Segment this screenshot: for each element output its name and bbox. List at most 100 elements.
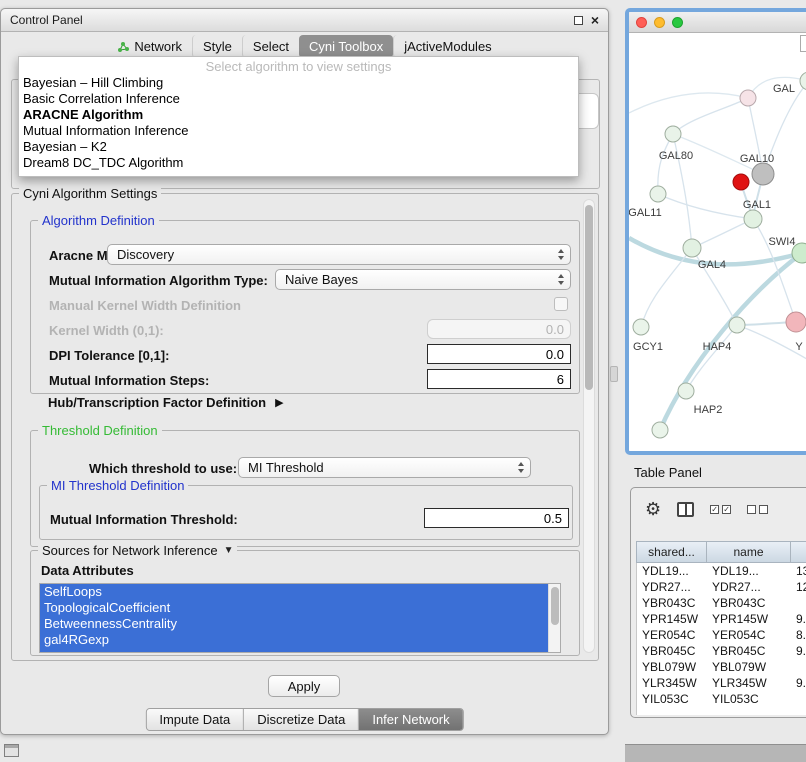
checked-box-icon: ✓ [710, 505, 719, 514]
table-row[interactable]: YIL053CYIL053C [637, 691, 806, 707]
network-view-window[interactable]: GAL GAL80 GAL10 GAL11 GAL1 SWI4 GAL4 GCY… [625, 8, 806, 455]
table-body[interactable]: YDL19...YDL19...13 YDR27...YDR27...12 YB… [636, 563, 806, 715]
window-title: Control Panel [10, 13, 83, 27]
tab-label: Style [203, 39, 232, 54]
network-tools-fragment[interactable] [800, 35, 806, 52]
algorithm-option-highlighted[interactable]: ARACNE Algorithm [19, 107, 578, 123]
data-attributes-list[interactable]: SelfLoops TopologicalCoefficient Between… [39, 583, 561, 653]
cyni-algorithm-settings-group: Cyni Algorithm Settings Algorithm Defini… [11, 193, 599, 661]
network-window-titlebar[interactable] [629, 12, 806, 33]
column-header-name[interactable]: name [707, 542, 791, 562]
table-header-row: shared... name [636, 541, 806, 563]
manual-kernel-checkbox[interactable] [554, 297, 568, 311]
algorithm-option[interactable]: Dream8 DC_TDC Algorithm [19, 155, 578, 171]
column-header-shared-name[interactable]: shared... [637, 542, 707, 562]
attribute-item-selected[interactable]: BetweennessCentrality [40, 616, 560, 632]
table-panel-title: Table Panel [634, 465, 702, 480]
mi-algorithm-type-select[interactable]: Naive Bayes [275, 269, 571, 290]
gear-icon[interactable]: ⚙ [645, 500, 661, 518]
node-gal-partial[interactable] [800, 72, 806, 90]
tab-cyni-toolbox[interactable]: Cyni Toolbox [299, 35, 393, 58]
algorithm-option[interactable]: Basic Correlation Inference [19, 91, 578, 107]
algorithm-option[interactable]: Bayesian – K2 [19, 139, 578, 155]
node-label: SWI4 [769, 236, 796, 248]
table-row[interactable]: YBR043CYBR043C [637, 595, 806, 611]
table-row[interactable]: YDL19...YDL19...13 [637, 563, 806, 579]
settings-scrollbar-thumb[interactable] [585, 205, 593, 390]
node-bottom[interactable] [652, 422, 668, 438]
node-gal10[interactable] [752, 163, 774, 185]
table-row[interactable]: YLR345WYLR345W9. [637, 675, 806, 691]
unchecked-box-icon [747, 505, 756, 514]
tab-discretize-data[interactable]: Discretize Data [243, 709, 358, 730]
list-scrollbar-thumb[interactable] [551, 587, 559, 625]
table-row[interactable]: YPR145WYPR145W9. [637, 611, 806, 627]
node-gal80[interactable] [665, 126, 681, 142]
network-canvas[interactable]: GAL GAL80 GAL10 GAL11 GAL1 SWI4 GAL4 GCY… [629, 33, 806, 451]
table-row[interactable]: YER054CYER054C8. [637, 627, 806, 643]
deselect-all-icon[interactable] [747, 505, 768, 514]
minimized-panel-icon[interactable] [4, 744, 19, 757]
float-window-icon[interactable] [574, 16, 583, 25]
panel-splitter[interactable] [610, 366, 618, 382]
selected-value: Naive Bayes [285, 272, 358, 287]
table-row[interactable]: YDR27...YDR27...12 [637, 579, 806, 595]
attribute-item-selected[interactable]: gal4RGexp [40, 632, 560, 648]
which-threshold-select[interactable]: MI Threshold [238, 457, 531, 478]
node-gal4[interactable] [683, 239, 701, 257]
list-scrollbar[interactable] [548, 584, 560, 652]
control-panel-titlebar[interactable]: Control Panel × [1, 9, 608, 32]
table-row[interactable]: YBR045CYBR045C9. [637, 643, 806, 659]
kernel-width-label: Kernel Width (0,1): [49, 323, 164, 338]
zoom-traffic-light-icon[interactable] [672, 17, 683, 28]
minimize-traffic-light-icon[interactable] [654, 17, 665, 28]
aracne-mode-select[interactable]: Discovery [107, 244, 571, 265]
mi-type-label: Mutual Information Algorithm Type: [49, 273, 268, 288]
mi-steps-input[interactable] [427, 369, 571, 389]
table-row[interactable]: YBL079WYBL079W [637, 659, 806, 675]
tab-infer-network[interactable]: Infer Network [358, 709, 462, 730]
node-label: GAL4 [698, 259, 726, 271]
group-title: MI Threshold Definition [47, 478, 188, 493]
node-hap2[interactable] [678, 383, 694, 399]
collapse-right-icon[interactable]: ▶ [275, 396, 283, 409]
tab-label: Network [134, 39, 182, 54]
attribute-item-partial[interactable] [40, 648, 560, 653]
node-gal1[interactable] [744, 210, 762, 228]
dpi-tolerance-input[interactable] [427, 344, 571, 364]
column-header-partial[interactable] [791, 542, 806, 562]
tab-network[interactable]: Network [107, 35, 192, 58]
node-label: HAP4 [703, 341, 732, 353]
mi-threshold-input[interactable] [424, 508, 569, 528]
algorithm-option[interactable]: Bayesian – Hill Climbing [19, 75, 578, 91]
select-all-icon[interactable]: ✓ ✓ [710, 505, 731, 514]
close-traffic-light-icon[interactable] [636, 17, 647, 28]
node-pink[interactable] [740, 90, 756, 106]
node-label: HAP2 [694, 404, 723, 416]
control-panel-window: Control Panel × Network Style Select [0, 8, 609, 735]
group-title: Cyni Algorithm Settings [19, 186, 161, 201]
attribute-item-selected[interactable]: TopologicalCoefficient [40, 600, 560, 616]
group-title: Sources for Network Inference ▼ [38, 543, 237, 558]
columns-icon[interactable] [677, 502, 694, 517]
node-hap4[interactable] [729, 317, 745, 333]
algorithm-option[interactable]: Mutual Information Inference [19, 123, 578, 139]
tab-impute-data[interactable]: Impute Data [146, 709, 243, 730]
combo-arrows-icon [518, 462, 524, 473]
which-threshold-label: Which threshold to use: [89, 461, 237, 476]
attribute-item-selected[interactable]: SelfLoops [40, 584, 560, 600]
tab-jactivemodules[interactable]: jActiveModules [393, 35, 501, 58]
node-selected-red[interactable] [733, 174, 749, 190]
node-label: GCY1 [633, 341, 663, 353]
dropdown-placeholder-option[interactable]: Select algorithm to view settings [19, 59, 578, 75]
apply-button[interactable]: Apply [268, 675, 340, 697]
tab-style[interactable]: Style [192, 35, 242, 58]
collapse-down-icon[interactable]: ▼ [224, 545, 234, 556]
hub-transcription-factor-section[interactable]: Hub/Transcription Factor Definition ▶ [48, 395, 284, 410]
node-gal11[interactable] [650, 186, 666, 202]
node-gcy1[interactable] [633, 319, 649, 335]
settings-scrollbar[interactable] [583, 199, 595, 653]
close-window-icon[interactable]: × [591, 14, 599, 26]
node-pink-right[interactable] [786, 312, 806, 332]
tab-select[interactable]: Select [242, 35, 299, 58]
